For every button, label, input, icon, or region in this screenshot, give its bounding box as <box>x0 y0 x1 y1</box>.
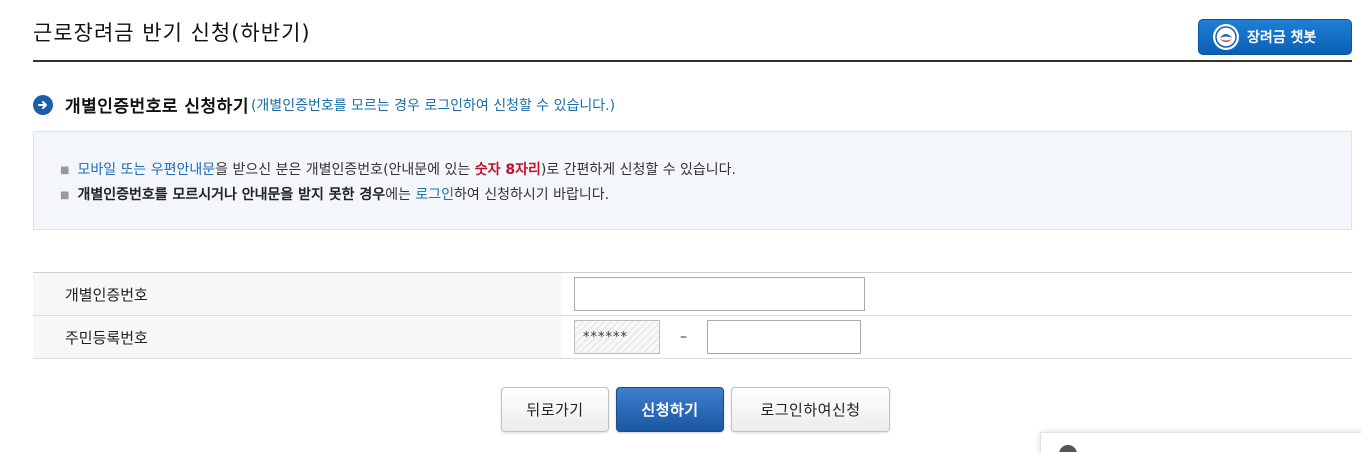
auth-number-label: 개별인증번호 <box>33 273 561 315</box>
arrow-right-icon <box>33 94 53 115</box>
info-box: ■ 모바일 또는 우편안내문을 받으신 분은 개별인증번호(안내문에 있는 숫자 … <box>33 131 1352 230</box>
info-line-1-tail: )로 간편하게 신청할 수 있습니다. <box>540 162 737 178</box>
floating-panel-icon <box>1059 445 1077 452</box>
rrn-label: 주민등록번호 <box>33 316 561 358</box>
bullet-icon: ■ <box>60 189 70 201</box>
rrn-front-masked-field: ****** <box>574 320 660 354</box>
info-line-2: ■ 개별인증번호를 모르시거나 안내문을 받지 못한 경우에는 로그인하여 신청하… <box>60 184 609 204</box>
info-line-2-emphasis: 개별인증번호를 모르시거나 안내문을 받지 못한 경우 <box>77 187 386 203</box>
bullet-icon: ■ <box>60 164 70 176</box>
login-link[interactable]: 로그인 <box>415 187 454 203</box>
page-title: 근로장려금 반기 신청(하반기) <box>33 21 311 45</box>
info-line-1-highlight: 모바일 또는 우편안내문 <box>77 162 216 178</box>
application-form: 개별인증번호 주민등록번호 ****** – <box>33 272 1352 359</box>
rrn-back-input[interactable] <box>707 320 861 354</box>
section-title: 개별인증번호로 신청하기 <box>65 97 249 117</box>
rrn-separator: – <box>680 329 687 345</box>
info-line-1: ■ 모바일 또는 우편안내문을 받으신 분은 개별인증번호(안내문에 있는 숫자 … <box>60 159 736 179</box>
apply-button[interactable]: 신청하기 <box>616 387 724 432</box>
info-line-2-text: 에는 <box>385 187 416 203</box>
section-heading: 개별인증번호로 신청하기 (개별인증번호를 모르는 경우 로그인하여 신청할 수… <box>33 92 615 117</box>
chatbot-logo-icon <box>1213 24 1239 50</box>
form-row-auth: 개별인증번호 <box>33 273 1352 316</box>
info-line-1-text: 을 받으신 분은 개별인증번호(안내문에 있는 <box>215 162 475 178</box>
form-row-rrn: 주민등록번호 ****** – <box>33 316 1352 359</box>
info-line-2-tail: 하여 신청하시기 바랍니다. <box>454 187 610 203</box>
back-button[interactable]: 뒤로가기 <box>501 387 609 432</box>
login-apply-button[interactable]: 로그인하여신청 <box>731 387 890 432</box>
info-line-1-emphasis: 숫자 8자리 <box>474 162 541 178</box>
rrn-cell: ****** – <box>561 316 1352 358</box>
section-note: (개별인증번호를 모르는 경우 로그인하여 신청할 수 있습니다.) <box>250 97 616 114</box>
floating-panel <box>1040 432 1361 452</box>
auth-number-input[interactable] <box>574 277 865 311</box>
chatbot-label: 장려금 챗봇 <box>1247 30 1317 46</box>
title-divider <box>33 60 1352 62</box>
chatbot-button[interactable]: 장려금 챗봇 <box>1198 19 1352 55</box>
auth-number-cell <box>561 273 1352 315</box>
